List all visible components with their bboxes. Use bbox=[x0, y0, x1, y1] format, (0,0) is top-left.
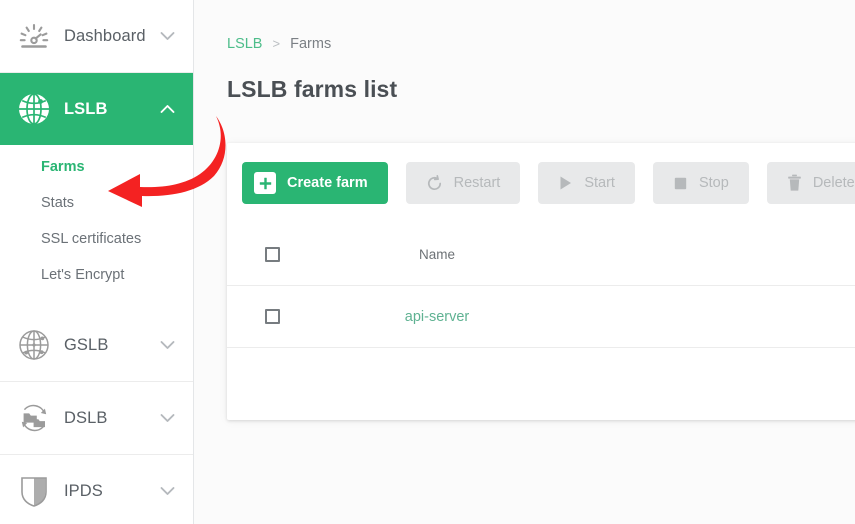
table-header-row: Name bbox=[227, 224, 855, 286]
create-farm-button[interactable]: Create farm bbox=[242, 162, 388, 204]
restart-icon bbox=[426, 174, 443, 192]
row-checkbox[interactable] bbox=[264, 309, 280, 324]
start-button[interactable]: Start bbox=[538, 162, 635, 204]
sidebar-item-ipds[interactable]: IPDS bbox=[0, 455, 193, 524]
farm-name-link[interactable]: api-server bbox=[317, 309, 557, 325]
farms-toolbar: Create farm Restart Start Stop Delete bbox=[227, 143, 855, 204]
chevron-down-icon[interactable] bbox=[157, 340, 177, 350]
sidebar-group-lslb: LSLB Farms Stats SSL certificates Let's … bbox=[0, 73, 193, 309]
stop-label: Stop bbox=[698, 175, 729, 191]
sidebar-item-label: GSLB bbox=[64, 335, 109, 354]
speedometer-icon bbox=[14, 23, 54, 49]
chevron-down-icon[interactable] bbox=[157, 413, 177, 423]
start-label: Start bbox=[584, 175, 615, 191]
play-icon bbox=[558, 175, 573, 191]
sidebar: Dashboard LSLB Farms Stats SSL certifica… bbox=[0, 0, 194, 524]
globe-outline-icon bbox=[14, 327, 54, 363]
stop-button[interactable]: Stop bbox=[652, 162, 749, 204]
sync-servers-icon bbox=[14, 400, 54, 436]
restart-button[interactable]: Restart bbox=[405, 162, 521, 204]
chevron-down-icon[interactable] bbox=[157, 31, 177, 41]
sidebar-group-ipds: IPDS bbox=[0, 455, 193, 524]
chevron-down-icon[interactable] bbox=[157, 486, 177, 496]
sidebar-item-label: LSLB bbox=[64, 99, 108, 118]
farms-card: Create farm Restart Start Stop Delete Na… bbox=[227, 143, 855, 420]
sidebar-group-gslb: GSLB bbox=[0, 309, 193, 382]
sidebar-item-lets-encrypt[interactable]: Let's Encrypt bbox=[0, 257, 193, 293]
row-select-cell bbox=[227, 309, 317, 324]
sidebar-sublist-lslb: Farms Stats SSL certificates Let's Encry… bbox=[0, 145, 193, 309]
farms-table: Name api-server bbox=[227, 224, 855, 348]
sidebar-item-dslb[interactable]: DSLB bbox=[0, 382, 193, 454]
column-header-name[interactable]: Name bbox=[317, 247, 557, 262]
trash-icon bbox=[787, 174, 802, 192]
shield-icon bbox=[14, 473, 54, 509]
sidebar-item-farms[interactable]: Farms bbox=[0, 149, 193, 185]
sidebar-item-label: DSLB bbox=[64, 408, 108, 427]
stop-icon bbox=[673, 176, 688, 191]
select-all-cell bbox=[227, 247, 317, 262]
select-all-checkbox[interactable] bbox=[264, 247, 280, 262]
breadcrumb: LSLB > Farms bbox=[194, 0, 855, 52]
sidebar-item-ssl-certificates[interactable]: SSL certificates bbox=[0, 221, 193, 257]
sidebar-item-label: IPDS bbox=[64, 481, 103, 500]
app-root: Dashboard LSLB Farms Stats SSL certifica… bbox=[0, 0, 855, 524]
restart-label: Restart bbox=[453, 175, 501, 191]
delete-button[interactable]: Delete bbox=[766, 162, 855, 204]
breadcrumb-separator: > bbox=[272, 36, 281, 51]
sidebar-group-dslb: DSLB bbox=[0, 382, 193, 455]
delete-label: Delete bbox=[812, 175, 855, 191]
breadcrumb-current-farms: Farms bbox=[290, 36, 332, 52]
globe-icon bbox=[14, 90, 54, 128]
sidebar-item-lslb[interactable]: LSLB bbox=[0, 73, 193, 145]
sidebar-item-gslb[interactable]: GSLB bbox=[0, 309, 193, 381]
sidebar-item-dashboard[interactable]: Dashboard bbox=[0, 0, 193, 72]
table-row[interactable]: api-server bbox=[227, 286, 855, 348]
page-title: LSLB farms list bbox=[227, 76, 398, 102]
sidebar-item-stats[interactable]: Stats bbox=[0, 185, 193, 221]
chevron-up-icon[interactable] bbox=[157, 104, 177, 114]
sidebar-group-dashboard: Dashboard bbox=[0, 0, 193, 73]
create-farm-label: Create farm bbox=[287, 175, 368, 191]
main-content: LSLB > Farms LSLB farms list Create farm bbox=[194, 0, 855, 524]
breadcrumb-link-lslb[interactable]: LSLB bbox=[227, 36, 262, 52]
plus-icon bbox=[254, 172, 276, 194]
sidebar-item-label: Dashboard bbox=[64, 26, 146, 45]
